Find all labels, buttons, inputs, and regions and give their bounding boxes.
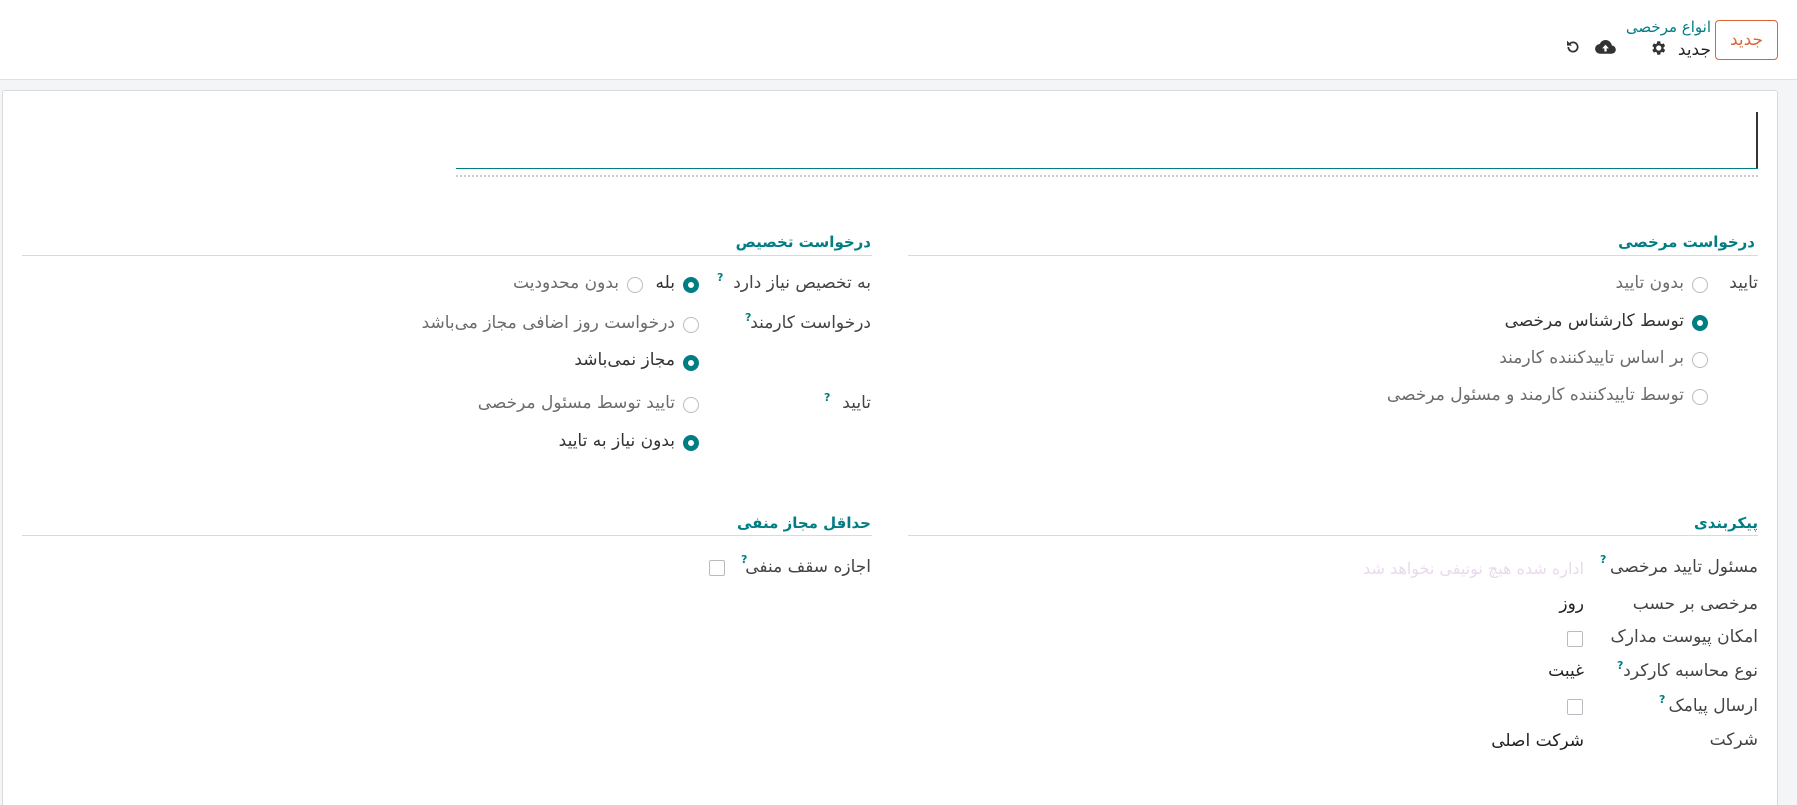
help-tooltip-icon[interactable]: ? [741, 553, 747, 566]
leave-approval-radio-both[interactable] [1692, 389, 1708, 405]
requires-allocation-label: به تخصیص نیاز دارد [733, 273, 871, 293]
allocation-approval-option-officer[interactable]: تایید توسط مسئول مرخصی [478, 393, 675, 413]
company-select[interactable]: شرکت اصلی [1491, 731, 1584, 751]
allocation-approval-label: تایید [842, 393, 871, 413]
help-tooltip-icon[interactable]: ? [1617, 659, 1623, 672]
name-field-underline [456, 175, 1758, 177]
responsible-label: مسئول تایید مرخصی [1610, 557, 1758, 577]
allocation-approval-radio-none[interactable] [683, 435, 699, 451]
time-unit-label: مرخصی بر حسب [1632, 594, 1758, 614]
allow-negative-cap-checkbox[interactable] [709, 560, 725, 576]
requires-allocation-radio-yes[interactable] [683, 277, 699, 293]
undo-icon[interactable] [1562, 36, 1584, 58]
text-cursor [1756, 112, 1758, 168]
help-tooltip-icon[interactable]: ? [824, 391, 830, 404]
new-button[interactable]: جدید [1715, 20, 1778, 60]
section-divider [22, 535, 872, 536]
send-sms-checkbox[interactable] [1567, 699, 1583, 715]
requires-allocation-radio-no-limit[interactable] [627, 277, 643, 293]
section-divider [908, 255, 1758, 256]
section-divider [22, 255, 872, 256]
allocation-approval-option-none[interactable]: بدون نیاز به تایید [559, 431, 675, 451]
company-label: شرکت [1709, 730, 1758, 750]
requires-allocation-option-yes[interactable]: بله [656, 273, 675, 293]
employee-request-option-not-allowed[interactable]: مجاز نمی‌باشد [574, 350, 675, 370]
attachments-checkbox[interactable] [1567, 631, 1583, 647]
control-panel: جدید انواع مرخصی جدید [0, 0, 1797, 80]
work-entry-type-label: نوع محاسبه کارکرد [1623, 661, 1758, 681]
leave-approval-option-officer[interactable]: توسط کارشناس مرخصی [1505, 311, 1684, 331]
help-tooltip-icon[interactable]: ? [745, 311, 751, 324]
leave-approval-option-both[interactable]: توسط تاییدکننده کارمند و مسئول مرخصی [1387, 385, 1684, 405]
help-tooltip-icon[interactable]: ? [1600, 553, 1606, 566]
allow-negative-cap-label: اجازه سقف منفی [745, 557, 871, 577]
leave-approval-label: تایید [1729, 273, 1758, 293]
attachments-label: امکان پیوست مدارک [1610, 627, 1758, 647]
send-sms-label: ارسال پیامک [1668, 696, 1758, 716]
breadcrumb-current: جدید [1677, 40, 1711, 60]
allocation-approval-radio-officer[interactable] [683, 397, 699, 413]
help-tooltip-icon[interactable]: ? [1659, 693, 1665, 706]
gear-icon[interactable] [1647, 37, 1669, 59]
breadcrumb-parent-link[interactable]: انواع مرخصی [1626, 18, 1711, 36]
responsible-input[interactable]: اداره شده هیچ نوتیفی نخواهد شد [1363, 559, 1584, 578]
employee-request-option-extra[interactable]: درخواست روز اضافی مجاز می‌باشد [422, 313, 675, 333]
leave-type-name-input[interactable] [456, 111, 1758, 169]
employee-request-label: درخواست کارمند [750, 313, 871, 333]
leave-approval-radio-officer[interactable] [1692, 315, 1708, 331]
time-unit-select[interactable]: روز [1559, 594, 1584, 614]
section-title-allocation-request: درخواست تخصیص [735, 233, 871, 251]
leave-approval-radio-manager[interactable] [1692, 352, 1708, 368]
form-sheet [2, 90, 1778, 805]
leave-approval-option-manager[interactable]: بر اساس تاییدکننده کارمند [1499, 348, 1684, 368]
section-title-leave-request: درخواست مرخصی [1618, 233, 1755, 251]
help-tooltip-icon[interactable]: ? [717, 271, 723, 284]
employee-request-radio-not-allowed[interactable] [683, 355, 699, 371]
leave-approval-radio-none[interactable] [1692, 277, 1708, 293]
employee-request-radio-extra[interactable] [683, 317, 699, 333]
leave-approval-option-none[interactable]: بدون تایید [1616, 273, 1684, 293]
section-title-negative-cap: حداقل مجاز منفی [736, 514, 871, 532]
section-divider [908, 535, 1758, 536]
work-entry-type-select[interactable]: غیبت [1548, 661, 1584, 681]
section-title-configuration: پیکربندی [1694, 514, 1758, 532]
cloud-upload-icon[interactable] [1594, 36, 1616, 58]
requires-allocation-option-no-limit[interactable]: بدون محدودیت [513, 273, 619, 293]
